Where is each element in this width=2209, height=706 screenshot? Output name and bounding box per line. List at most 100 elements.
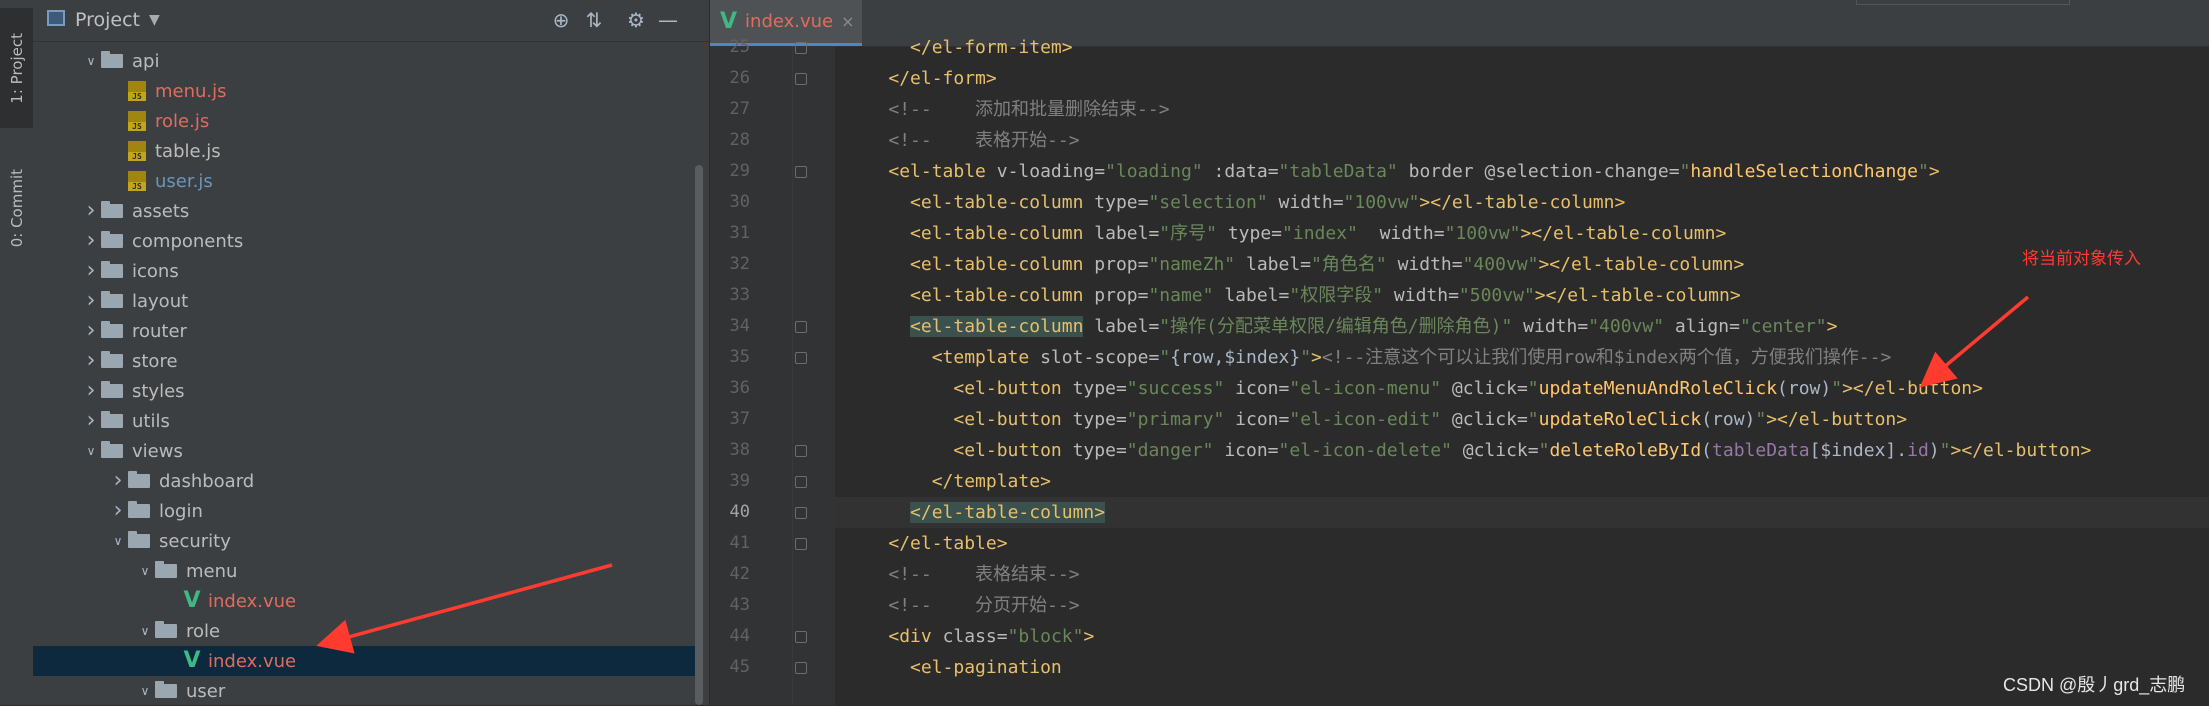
- chevron-right-icon[interactable]: [81, 321, 101, 341]
- code-line[interactable]: <el-table-column label="操作(分配菜单权限/编辑角色/删…: [835, 311, 2209, 342]
- tree-item-label: icons: [132, 260, 179, 282]
- close-icon[interactable]: ×: [841, 12, 854, 31]
- tree-item-label: utils: [132, 410, 170, 432]
- chevron-down-icon[interactable]: [135, 684, 155, 698]
- folder-icon: [101, 51, 123, 68]
- tree-folder-layout[interactable]: layout: [33, 286, 695, 316]
- tree-file-index-vue[interactable]: Vindex.vue: [33, 646, 695, 676]
- project-panel: Project ▼ ⊕ ⇅ ⚙ — api menu.js role.js table…: [33, 0, 710, 705]
- chevron-right-icon[interactable]: [81, 231, 101, 251]
- tree-folder-store[interactable]: store: [33, 346, 695, 376]
- code-line[interactable]: </el-table-column>: [835, 497, 2209, 528]
- code-line[interactable]: <el-button type="primary" icon="el-icon-…: [835, 404, 2209, 435]
- project-tool-tab-label: 1: Project: [7, 32, 26, 104]
- code-line[interactable]: </el-form-item>: [835, 32, 2209, 63]
- tree-folder-api[interactable]: api: [33, 46, 695, 76]
- tree-folder-styles[interactable]: styles: [33, 376, 695, 406]
- code-area[interactable]: </el-form-item> </el-form> <!-- 添加和批量删除结…: [835, 37, 2209, 705]
- hide-panel-icon[interactable]: —: [655, 7, 681, 33]
- code-line[interactable]: <el-button type="success" icon="el-icon-…: [835, 373, 2209, 404]
- fold-marker-icon[interactable]: [795, 476, 807, 488]
- line-number: 40: [729, 502, 750, 522]
- line-number: 37: [729, 409, 750, 429]
- chevron-right-icon[interactable]: [81, 381, 101, 401]
- tree-folder-router[interactable]: router: [33, 316, 695, 346]
- commit-tool-tab[interactable]: 0: Commit: [0, 148, 33, 268]
- chevron-down-icon[interactable]: [81, 444, 101, 458]
- tree-folder-assets[interactable]: assets: [33, 196, 695, 226]
- folder-icon: [101, 441, 123, 458]
- tree-folder-login[interactable]: login: [33, 496, 695, 526]
- code-line[interactable]: <!-- 添加和批量删除结束-->: [835, 94, 2209, 125]
- code-line[interactable]: </el-form>: [835, 63, 2209, 94]
- fold-marker-icon[interactable]: [795, 352, 807, 364]
- tree-item-label: styles: [132, 380, 185, 402]
- line-number: 32: [729, 254, 750, 274]
- chevron-right-icon[interactable]: [81, 411, 101, 431]
- folder-icon: [101, 231, 123, 248]
- tree-folder-utils[interactable]: utils: [33, 406, 695, 436]
- tree-item-label: menu: [186, 560, 238, 582]
- fold-marker-icon[interactable]: [795, 662, 807, 674]
- code-line[interactable]: <el-table-column label="序号" type="index"…: [835, 218, 2209, 249]
- code-line[interactable]: <!-- 表格开始-->: [835, 125, 2209, 156]
- tree-folder-views[interactable]: views: [33, 436, 695, 466]
- code-line[interactable]: <el-table-column type="selection" width=…: [835, 187, 2209, 218]
- code-line[interactable]: <template slot-scope="{row,$index}"><!--…: [835, 342, 2209, 373]
- code-line[interactable]: <!-- 分页开始-->: [835, 590, 2209, 621]
- code-line[interactable]: <!-- 表格结束-->: [835, 559, 2209, 590]
- tree-folder-security[interactable]: security: [33, 526, 695, 556]
- code-line[interactable]: </template>: [835, 466, 2209, 497]
- line-number: 41: [729, 533, 750, 553]
- chevron-down-icon[interactable]: [135, 624, 155, 638]
- fold-marker-icon[interactable]: [795, 42, 807, 54]
- chevron-down-icon[interactable]: [81, 54, 101, 68]
- fold-marker-icon[interactable]: [795, 631, 807, 643]
- project-title[interactable]: Project: [75, 9, 140, 31]
- tree-folder-icons[interactable]: icons: [33, 256, 695, 286]
- chevron-down-icon[interactable]: [135, 564, 155, 578]
- code-line[interactable]: <el-table v-loading="loading" :data="tab…: [835, 156, 2209, 187]
- fold-marker-icon[interactable]: [795, 507, 807, 519]
- tree-file-menu-js[interactable]: menu.js: [33, 76, 695, 106]
- tree-item-label: layout: [132, 290, 189, 312]
- fold-marker-icon[interactable]: [795, 321, 807, 333]
- fold-marker-icon[interactable]: [795, 73, 807, 85]
- folder-icon: [128, 531, 150, 548]
- code-line[interactable]: </el-table>: [835, 528, 2209, 559]
- code-line[interactable]: <div class="block">: [835, 621, 2209, 652]
- tree-scrollbar[interactable]: [695, 165, 703, 705]
- chevron-right-icon[interactable]: [108, 471, 128, 491]
- collapse-all-icon[interactable]: ⇅: [581, 7, 607, 33]
- tree-file-index-vue[interactable]: Vindex.vue: [33, 586, 695, 616]
- code-line[interactable]: <el-table-column prop="nameZh" label="角色…: [835, 249, 2209, 280]
- toolbar-edge: [1856, 0, 2070, 5]
- fold-marker-icon[interactable]: [795, 166, 807, 178]
- tree-folder-user[interactable]: user: [33, 676, 695, 706]
- chevron-right-icon[interactable]: [81, 291, 101, 311]
- line-number: 35: [729, 347, 750, 367]
- folder-icon: [101, 411, 123, 428]
- fold-marker-icon[interactable]: [795, 538, 807, 550]
- tree-file-table-js[interactable]: table.js: [33, 136, 695, 166]
- tree-folder-menu[interactable]: menu: [33, 556, 695, 586]
- project-tool-tab[interactable]: 1: Project: [0, 8, 33, 128]
- locate-target-icon[interactable]: ⊕: [548, 7, 574, 33]
- code-line[interactable]: <el-button type="danger" icon="el-icon-d…: [835, 435, 2209, 466]
- chevron-down-icon[interactable]: ▼: [149, 12, 160, 28]
- tree-folder-dashboard[interactable]: dashboard: [33, 466, 695, 496]
- folder-icon: [101, 291, 123, 308]
- code-line[interactable]: <el-table-column prop="name" label="权限字段…: [835, 280, 2209, 311]
- tree-file-user-js[interactable]: user.js: [33, 166, 695, 196]
- chevron-right-icon[interactable]: [81, 201, 101, 221]
- gear-icon[interactable]: ⚙: [623, 7, 649, 33]
- chevron-right-icon[interactable]: [81, 261, 101, 281]
- fold-marker-icon[interactable]: [795, 445, 807, 457]
- chevron-right-icon[interactable]: [81, 351, 101, 371]
- chevron-down-icon[interactable]: [108, 534, 128, 548]
- tree-file-role-js[interactable]: role.js: [33, 106, 695, 136]
- chevron-right-icon[interactable]: [108, 501, 128, 521]
- tree-folder-components[interactable]: components: [33, 226, 695, 256]
- tree-folder-role[interactable]: role: [33, 616, 695, 646]
- line-number: 30: [729, 192, 750, 212]
